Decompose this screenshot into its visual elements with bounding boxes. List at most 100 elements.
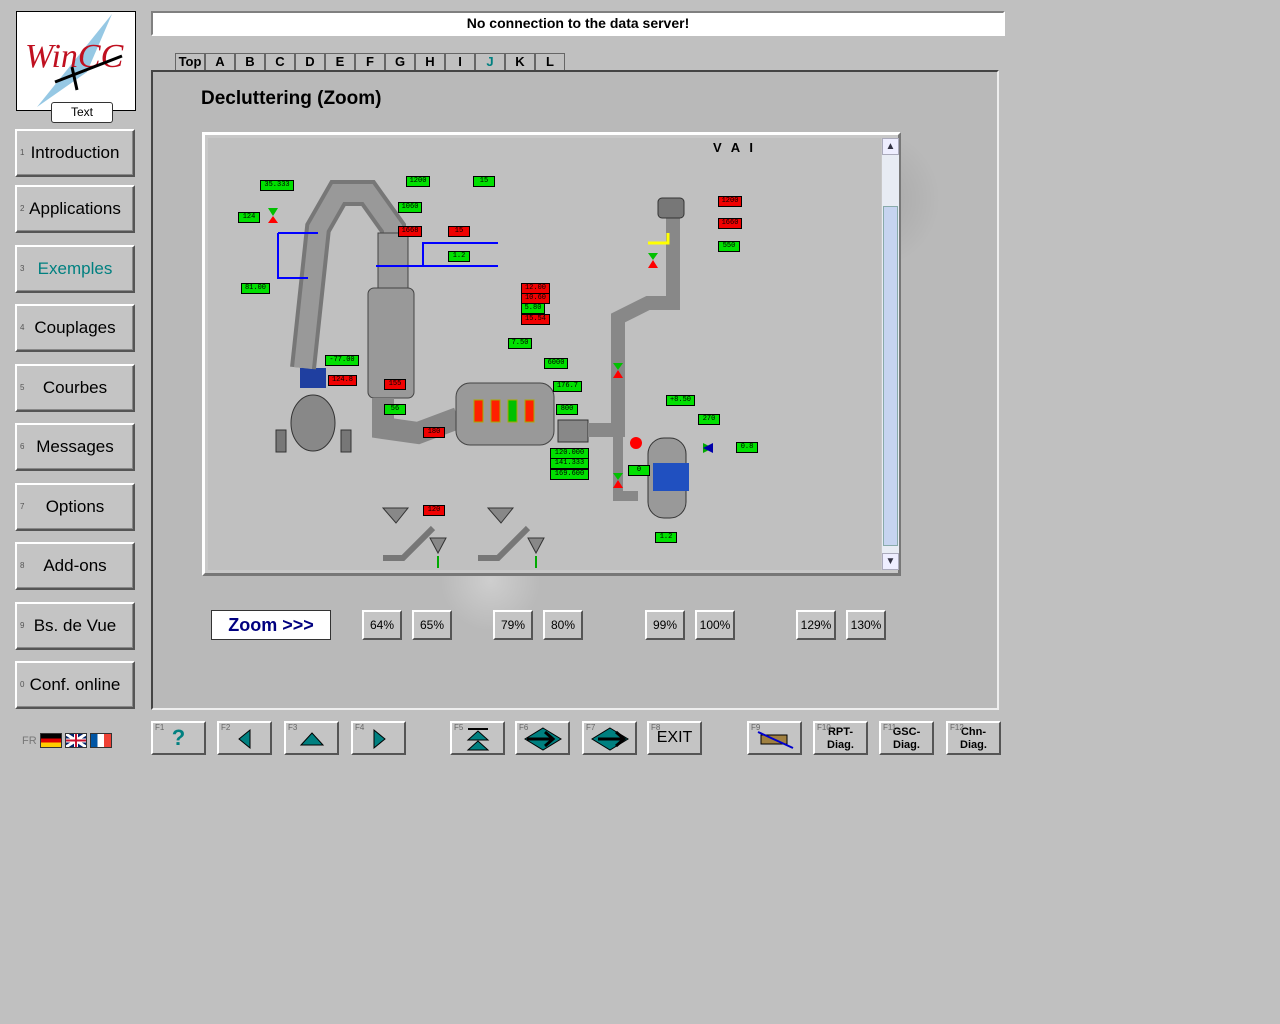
tab-l[interactable]: L bbox=[535, 53, 565, 70]
function-key-f12[interactable]: F12 Chn- Diag. bbox=[946, 721, 1001, 755]
tab-j[interactable]: J bbox=[475, 53, 505, 70]
nav-button-introduction[interactable]: 1 Introduction bbox=[15, 129, 135, 177]
nav-button-exemples[interactable]: 3 Exemples bbox=[15, 245, 135, 293]
nav-button-bs-de-vue[interactable]: 9 Bs. de Vue bbox=[15, 602, 135, 650]
nav-button-applications[interactable]: 2 Applications bbox=[15, 185, 135, 233]
process-value-tag[interactable]: 124 bbox=[238, 212, 260, 223]
process-value-tag[interactable]: 1.2 bbox=[448, 251, 470, 262]
process-value-tag[interactable]: 550 bbox=[718, 241, 740, 252]
process-value-tag[interactable]: 0.8 bbox=[736, 442, 758, 453]
process-value-tag[interactable]: -77.00 bbox=[325, 355, 359, 366]
function-key-f10[interactable]: F10 RPT- Diag. bbox=[813, 721, 868, 755]
process-value-tag[interactable]: 15.54 bbox=[521, 314, 550, 325]
scroll-up-icon[interactable]: ▲ bbox=[882, 138, 899, 155]
process-value-tag[interactable]: 1660 bbox=[718, 218, 742, 229]
nav-key: 9 bbox=[20, 621, 25, 630]
zoom-button-130pct[interactable]: 130% bbox=[846, 610, 886, 640]
nav-key: 8 bbox=[20, 561, 25, 570]
zoom-button-129pct[interactable]: 129% bbox=[796, 610, 836, 640]
process-value-tag[interactable]: 141.333 bbox=[550, 458, 589, 469]
zoom-button-99pct[interactable]: 99% bbox=[645, 610, 685, 640]
process-diagram: V A I 35.333 124 1200 15 1060 1668 15 1.… bbox=[208, 138, 881, 570]
goto-arrow-icon bbox=[523, 727, 563, 756]
process-value-tag[interactable]: 1060 bbox=[398, 202, 422, 213]
plant-drawing bbox=[268, 180, 713, 568]
tab-i[interactable]: I bbox=[445, 53, 475, 70]
process-value-tag[interactable]: 7.50 bbox=[508, 338, 532, 349]
process-value-tag[interactable]: 1668 bbox=[398, 226, 422, 237]
nav-button-messages[interactable]: 6 Messages bbox=[15, 423, 135, 471]
zoom-label: Zoom >>> bbox=[211, 610, 331, 640]
process-value-tag[interactable]: 35.333 bbox=[260, 180, 294, 191]
nav-label: Messages bbox=[36, 437, 114, 456]
function-key-f7[interactable]: F7 bbox=[582, 721, 637, 755]
nav-label: Conf. online bbox=[29, 675, 121, 694]
function-key-f2[interactable]: F2 bbox=[217, 721, 272, 755]
function-key-number: F9 bbox=[751, 723, 761, 732]
function-key-f5[interactable]: F5 bbox=[450, 721, 505, 755]
tab-a[interactable]: A bbox=[205, 53, 235, 70]
process-value-tag[interactable]: 1200 bbox=[718, 196, 742, 207]
language-selector: FR bbox=[22, 733, 112, 748]
scroll-down-icon[interactable]: ▼ bbox=[882, 553, 899, 570]
nav-button-options[interactable]: 7 Options bbox=[15, 483, 135, 531]
uk-flag-icon[interactable] bbox=[64, 733, 87, 748]
process-value-tag[interactable]: 0 bbox=[628, 465, 650, 476]
process-value-tag[interactable]: 15 bbox=[473, 176, 495, 187]
function-key-f1[interactable]: F1? bbox=[151, 721, 206, 755]
process-value-tag[interactable]: 56 bbox=[384, 404, 406, 415]
function-key-f6[interactable]: F6 bbox=[515, 721, 570, 755]
function-key-f9[interactable]: F9 bbox=[747, 721, 802, 755]
arrow-up-icon bbox=[299, 732, 325, 751]
svg-text:WinCC: WinCC bbox=[25, 38, 124, 75]
goto-back-arrow-icon bbox=[590, 727, 630, 756]
tab-k[interactable]: K bbox=[505, 53, 535, 70]
nav-label: Introduction bbox=[30, 143, 120, 162]
tab-g[interactable]: G bbox=[385, 53, 415, 70]
nav-button-couplages[interactable]: 4 Couplages bbox=[15, 304, 135, 352]
zoom-button-65pct[interactable]: 65% bbox=[412, 610, 452, 640]
nav-key: 0 bbox=[20, 680, 25, 689]
process-value-tag[interactable]: 155 bbox=[384, 379, 406, 390]
process-value-tag[interactable]: 176.7 bbox=[553, 381, 582, 392]
vertical-scrollbar[interactable]: ▲ ▼ bbox=[882, 138, 899, 570]
process-value-tag[interactable]: 124.8 bbox=[328, 375, 357, 386]
zoom-button-79pct[interactable]: 79% bbox=[493, 610, 533, 640]
function-key-number: F5 bbox=[454, 723, 464, 732]
process-value-tag[interactable]: 169.600 bbox=[550, 469, 589, 480]
tab-h[interactable]: H bbox=[415, 53, 445, 70]
zoom-button-100pct[interactable]: 100% bbox=[695, 610, 735, 640]
process-value-tag[interactable]: 15 bbox=[448, 226, 470, 237]
process-value-tag[interactable]: 180 bbox=[423, 427, 445, 438]
tab-f[interactable]: F bbox=[355, 53, 385, 70]
nav-button-courbes[interactable]: 5 Courbes bbox=[15, 364, 135, 412]
tab-d[interactable]: D bbox=[295, 53, 325, 70]
process-value-tag[interactable]: 800 bbox=[556, 404, 578, 415]
function-key-f4[interactable]: F4 bbox=[351, 721, 406, 755]
function-key-f8[interactable]: F8 EXIT bbox=[647, 721, 702, 755]
french-flag-icon[interactable] bbox=[89, 733, 112, 748]
zoom-button-64pct[interactable]: 64% bbox=[362, 610, 402, 640]
process-value-tag[interactable]: 5.80 bbox=[521, 303, 545, 314]
tab-b[interactable]: B bbox=[235, 53, 265, 70]
process-value-tag[interactable]: 1200 bbox=[406, 176, 430, 187]
text-button[interactable]: Text bbox=[51, 102, 113, 123]
zoom-button-80pct[interactable]: 80% bbox=[543, 610, 583, 640]
process-value-tag[interactable]: 120 bbox=[423, 505, 445, 516]
nav-button-conf-online[interactable]: 0 Conf. online bbox=[15, 661, 135, 709]
process-value-tag[interactable]: 270 bbox=[698, 414, 720, 425]
tab-c[interactable]: C bbox=[265, 53, 295, 70]
scroll-thumb[interactable] bbox=[883, 206, 898, 546]
nav-button-add-ons[interactable]: 8 Add-ons bbox=[15, 542, 135, 590]
german-flag-icon[interactable] bbox=[39, 733, 62, 748]
tab-e[interactable]: E bbox=[325, 53, 355, 70]
process-value-tag[interactable]: 1.2 bbox=[655, 532, 677, 543]
tab-top[interactable]: Top bbox=[175, 53, 205, 70]
process-value-tag[interactable]: 6000 bbox=[544, 358, 568, 369]
function-key-f3[interactable]: F3 bbox=[284, 721, 339, 755]
nav-key: 7 bbox=[20, 502, 25, 511]
process-value-tag[interactable]: +8.50 bbox=[666, 395, 695, 406]
function-key-f11[interactable]: F11 GSC- Diag. bbox=[879, 721, 934, 755]
wincc-logo: WinCC bbox=[16, 11, 136, 111]
process-value-tag[interactable]: 81.00 bbox=[241, 283, 270, 294]
